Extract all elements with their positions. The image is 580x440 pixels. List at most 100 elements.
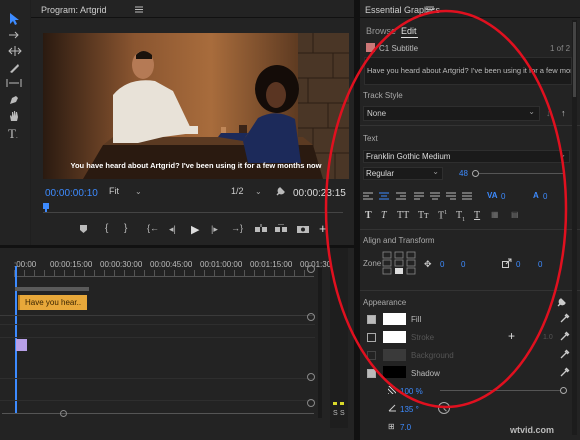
- shadow-checkbox[interactable]: [367, 369, 376, 378]
- play-icon[interactable]: ▶: [191, 223, 199, 236]
- background-checkbox[interactable]: [367, 351, 376, 360]
- scroll-handle[interactable]: [60, 410, 67, 417]
- ripple-edit-icon[interactable]: [8, 46, 22, 56]
- leading-value[interactable]: 0: [543, 192, 547, 201]
- mark-out-icon[interactable]: }: [124, 223, 127, 234]
- wrench-icon[interactable]: [556, 297, 567, 308]
- layer-name[interactable]: C1 Subtitle: [379, 44, 418, 53]
- razor-icon[interactable]: [8, 62, 20, 74]
- add-stroke-icon[interactable]: +: [508, 329, 515, 343]
- position-x[interactable]: 0: [440, 260, 444, 269]
- faux-bold-icon[interactable]: T: [365, 210, 372, 221]
- zoom-handle[interactable]: [307, 399, 315, 407]
- underline-icon[interactable]: T: [474, 210, 480, 221]
- meter-label[interactable]: S: [333, 410, 338, 417]
- font-dropdown[interactable]: Franklin Gothic Medium ⌄: [363, 150, 570, 163]
- work-area-bar[interactable]: [15, 287, 89, 291]
- fill-swatch[interactable]: [383, 313, 406, 325]
- zoom-handle[interactable]: [307, 313, 315, 321]
- angle-dial[interactable]: [438, 402, 450, 414]
- align-center-icon[interactable]: [379, 192, 389, 201]
- tracking-icon[interactable]: VA: [487, 191, 498, 200]
- shadow-angle[interactable]: 135 °: [400, 405, 419, 414]
- position-y[interactable]: 0: [461, 260, 465, 269]
- timeline-v-scrollbar[interactable]: [318, 268, 322, 418]
- lift-icon[interactable]: [255, 224, 267, 233]
- subtitle-clip[interactable]: Have you hear..: [18, 295, 87, 310]
- add-button-icon[interactable]: +: [319, 221, 327, 236]
- type-tool-icon[interactable]: T.: [8, 126, 18, 142]
- tsume-icon[interactable]: ▦: [491, 210, 499, 219]
- timeline-ruler[interactable]: :00:00 00:00:15:00 00:00:30:00 00:00:45:…: [14, 260, 342, 269]
- arrow-down-icon[interactable]: ↓: [546, 108, 551, 118]
- scale-y[interactable]: 0: [538, 260, 542, 269]
- hand-icon[interactable]: [8, 110, 20, 122]
- program-title[interactable]: Program: Artgrid: [41, 5, 107, 15]
- go-to-in-icon[interactable]: {←: [147, 223, 159, 233]
- arrow-up-icon[interactable]: ↑: [561, 108, 566, 118]
- fit-dropdown[interactable]: Fit ⌄: [109, 186, 147, 198]
- eyedropper-icon[interactable]: [560, 367, 570, 377]
- opacity-slider-handle[interactable]: [560, 387, 567, 394]
- current-timecode[interactable]: 00:00:00:10: [45, 188, 98, 199]
- audio-clip[interactable]: [16, 339, 27, 351]
- small-caps-icon[interactable]: Tт: [418, 210, 428, 221]
- leading-icon[interactable]: A: [533, 191, 539, 200]
- step-forward-icon[interactable]: |▸: [211, 224, 218, 235]
- video-frame[interactable]: You have heard about Artgrid? I've been …: [43, 33, 349, 179]
- resolution-dropdown[interactable]: 1/2 ⌄: [231, 186, 267, 198]
- superscript-icon[interactable]: T1: [438, 210, 447, 221]
- track-select-icon[interactable]: [8, 30, 22, 40]
- all-caps-icon[interactable]: TT: [397, 210, 409, 221]
- align-right-icon[interactable]: [396, 192, 406, 201]
- font-size-slider[interactable]: [472, 173, 564, 174]
- mark-in-icon[interactable]: {: [105, 223, 108, 234]
- zoom-handle[interactable]: [307, 265, 315, 273]
- slip-icon[interactable]: [6, 78, 22, 88]
- align-left-icon[interactable]: [363, 192, 373, 201]
- background-swatch[interactable]: [383, 349, 406, 361]
- font-size-value[interactable]: 48: [459, 169, 468, 178]
- tab-edit[interactable]: Edit: [401, 26, 417, 36]
- font-style-dropdown[interactable]: Regular ⌄: [363, 167, 443, 180]
- eyedropper-icon[interactable]: [560, 331, 570, 341]
- pen-icon[interactable]: [8, 94, 20, 106]
- zoom-handle[interactable]: [307, 373, 315, 381]
- go-to-out-icon[interactable]: →}: [231, 223, 243, 233]
- scale-x[interactable]: 0: [516, 260, 520, 269]
- selection-tool-icon[interactable]: [8, 12, 20, 26]
- stroke-checkbox[interactable]: [367, 333, 376, 342]
- stroke-swatch[interactable]: [383, 331, 406, 343]
- opacity-slider[interactable]: [440, 390, 565, 391]
- justify-right-icon[interactable]: [446, 192, 456, 201]
- eyedropper-icon[interactable]: [560, 313, 570, 323]
- panel-scroll-thumb[interactable]: [573, 22, 576, 97]
- camera-icon[interactable]: [297, 224, 309, 233]
- playhead-scrubber[interactable]: [43, 203, 343, 213]
- subscript-icon[interactable]: T1: [456, 210, 465, 223]
- justify-center-icon[interactable]: [430, 192, 440, 201]
- shadow-opacity[interactable]: 100 %: [400, 387, 423, 396]
- tracking-value[interactable]: 0: [501, 192, 505, 201]
- add-marker-icon[interactable]: [79, 224, 88, 234]
- justify-left-icon[interactable]: [414, 192, 424, 201]
- shadow-swatch[interactable]: [383, 366, 406, 378]
- timeline-scrollbar[interactable]: [2, 413, 314, 414]
- shadow-distance[interactable]: 7.0: [400, 423, 411, 432]
- text-preview-field[interactable]: Have you heard about Artgrid? I've been …: [364, 57, 572, 85]
- wrench-icon[interactable]: [275, 186, 286, 197]
- alignment-grid[interactable]: [382, 251, 417, 276]
- eyedropper-icon[interactable]: [560, 349, 570, 359]
- meter-label[interactable]: S: [340, 410, 345, 417]
- fill-checkbox[interactable]: [367, 315, 376, 324]
- justify-all-icon[interactable]: [462, 192, 472, 201]
- extract-icon[interactable]: [275, 224, 287, 233]
- tab-width-icon[interactable]: ▤: [511, 210, 519, 219]
- tab-browse[interactable]: Browse: [366, 26, 396, 36]
- font-size-slider-handle[interactable]: [472, 170, 479, 177]
- step-back-icon[interactable]: ◂|: [169, 224, 176, 235]
- panel-menu-icon[interactable]: [426, 6, 434, 13]
- track-style-dropdown[interactable]: None ⌄: [363, 106, 540, 121]
- stroke-width[interactable]: 1.0: [543, 334, 553, 341]
- program-menu-icon[interactable]: [135, 6, 143, 13]
